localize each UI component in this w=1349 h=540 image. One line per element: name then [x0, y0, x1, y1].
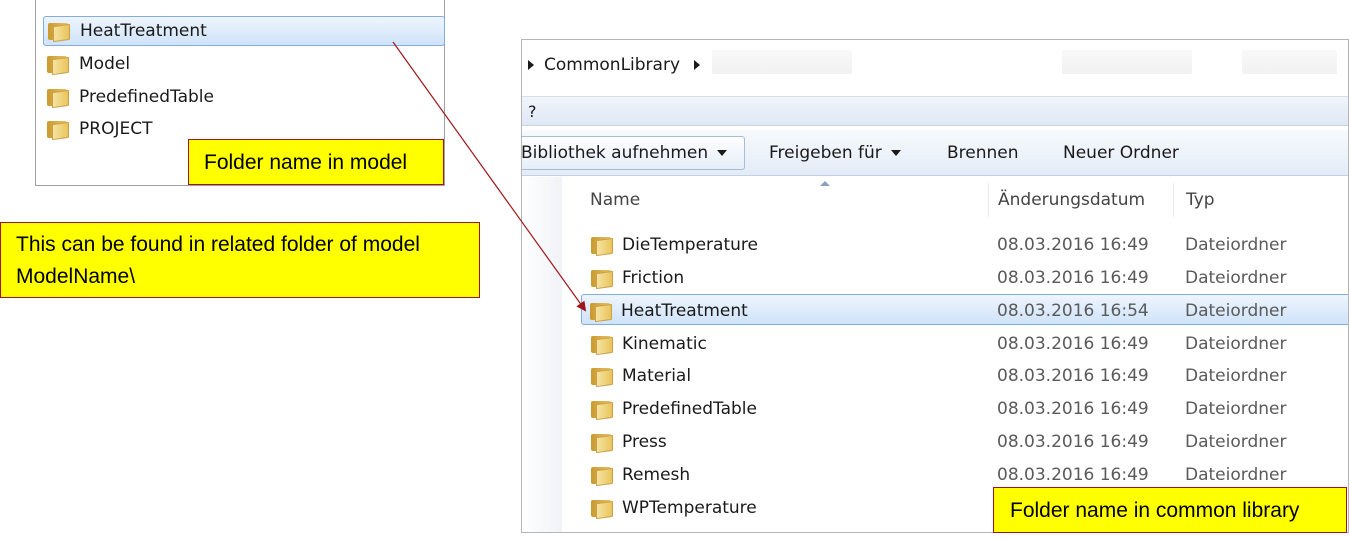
folder-icon [47, 54, 69, 76]
chevron-down-icon [717, 150, 728, 156]
folder-icon [590, 301, 612, 322]
column-header-date-label: Änderungsdatum [998, 190, 1146, 210]
file-type: Dateiordner [1185, 333, 1287, 354]
file-type: Dateiordner [1185, 398, 1287, 419]
model-tree-item-model[interactable]: Model [43, 49, 445, 79]
folder-icon [591, 432, 613, 453]
burn-button[interactable]: Brennen [947, 136, 1019, 170]
background-ghost [1062, 50, 1192, 74]
file-row[interactable]: PredefinedTable 08.03.2016 16:49 Dateior… [583, 393, 1348, 424]
folder-icon [591, 366, 613, 387]
folder-icon [591, 334, 613, 355]
column-header-row: Name Änderungsdatum Typ [563, 177, 1348, 223]
callout-folder-name-in-model: Folder name in model [188, 139, 444, 185]
file-date: 08.03.2016 16:49 [997, 431, 1149, 452]
explorer-window: CommonLibrary ? Bibliothek aufnehmen Fre… [521, 39, 1349, 533]
callout-text-line2: ModelName\ [16, 265, 136, 288]
folder-icon [591, 399, 613, 420]
file-date: 08.03.2016 16:49 [997, 464, 1149, 485]
column-divider[interactable] [1173, 183, 1174, 217]
folder-icon [47, 87, 69, 109]
new-folder-button[interactable]: Neuer Ordner [1063, 136, 1179, 170]
file-row-selected[interactable]: HeatTreatment 08.03.2016 16:54 Dateiordn… [581, 294, 1348, 325]
callout-text: Folder name in common library [1010, 499, 1300, 522]
menu-bar: ? [522, 96, 1348, 126]
new-folder-label: Neuer Ordner [1063, 143, 1179, 163]
file-date: 08.03.2016 16:54 [997, 300, 1149, 321]
background-ghost [712, 50, 852, 74]
model-tree-item-label: Model [79, 54, 131, 74]
file-type: Dateiordner [1185, 234, 1287, 255]
folder-icon [591, 498, 613, 519]
file-type: Dateiordner [1185, 300, 1287, 321]
include-in-library-button[interactable]: Bibliothek aufnehmen [521, 136, 745, 170]
model-tree-item-label: PROJECT [79, 119, 153, 139]
folder-icon [47, 119, 69, 141]
file-name: WPTemperature [622, 497, 757, 518]
callout-text-line1: This can be found in related folder of m… [16, 233, 420, 256]
file-name: Press [622, 431, 667, 452]
breadcrumb-arrow-icon[interactable] [694, 60, 701, 70]
chevron-down-icon [890, 150, 901, 156]
folder-icon [591, 268, 613, 289]
file-row[interactable]: Press 08.03.2016 16:49 Dateiordner [583, 426, 1348, 457]
file-name: Material [622, 365, 692, 386]
model-tree-item-label: HeatTreatment [80, 21, 207, 41]
model-tree-item-predefinedtable[interactable]: PredefinedTable [43, 82, 445, 112]
breadcrumb-arrow-icon[interactable] [528, 60, 534, 70]
file-name: Remesh [622, 464, 691, 485]
file-row[interactable]: Kinematic 08.03.2016 16:49 Dateiordner [583, 328, 1348, 359]
file-name: DieTemperature [622, 234, 758, 255]
callout-related-folder: This can be found in related folder of m… [0, 222, 480, 298]
folder-icon [48, 21, 70, 43]
address-bar[interactable]: CommonLibrary [522, 40, 1348, 90]
column-header-type[interactable]: Typ [1178, 177, 1215, 223]
share-with-button[interactable]: Freigeben für [769, 136, 901, 170]
file-type: Dateiordner [1185, 464, 1287, 485]
file-name: Kinematic [622, 333, 707, 354]
file-row[interactable]: Remesh 08.03.2016 16:49 Dateiordner [583, 459, 1348, 490]
file-date: 08.03.2016 16:49 [997, 398, 1149, 419]
folder-icon [591, 465, 613, 486]
model-tree-item-heattreatment[interactable]: HeatTreatment [43, 16, 445, 46]
file-type: Dateiordner [1185, 431, 1287, 452]
include-in-library-label: Bibliothek aufnehmen [521, 143, 709, 163]
file-type: Dateiordner [1185, 267, 1287, 288]
background-ghost [1242, 50, 1337, 74]
file-date: 08.03.2016 16:49 [997, 267, 1149, 288]
model-tree-item-label: PredefinedTable [79, 87, 214, 107]
navigation-pane[interactable] [522, 177, 562, 532]
command-toolbar: Bibliothek aufnehmen Freigeben für Brenn… [521, 130, 1348, 176]
menu-help[interactable]: ? [528, 102, 537, 121]
column-header-name-label: Name [590, 190, 641, 210]
file-name: Friction [622, 267, 685, 288]
file-row[interactable]: DieTemperature 08.03.2016 16:49 Dateiord… [583, 229, 1348, 260]
file-type: Dateiordner [1185, 365, 1287, 386]
sort-ascending-icon [820, 181, 830, 186]
file-row[interactable]: Material 08.03.2016 16:49 Dateiordner [583, 360, 1348, 391]
callout-text: Folder name in model [204, 151, 408, 174]
column-header-name[interactable]: Name [582, 177, 640, 223]
file-date: 08.03.2016 16:49 [997, 333, 1149, 354]
file-row[interactable]: Friction 08.03.2016 16:49 Dateiordner [583, 262, 1348, 293]
column-header-type-label: Typ [1186, 190, 1215, 210]
folder-icon [591, 235, 613, 256]
burn-label: Brennen [947, 143, 1019, 163]
column-header-date[interactable]: Änderungsdatum [990, 177, 1145, 223]
file-date: 08.03.2016 16:49 [997, 365, 1149, 386]
share-with-label: Freigeben für [769, 143, 882, 163]
file-name: PredefinedTable [622, 398, 757, 419]
file-name: HeatTreatment [621, 300, 748, 321]
column-divider[interactable] [988, 183, 989, 217]
breadcrumb-commonlibrary[interactable]: CommonLibrary [544, 55, 680, 75]
file-date: 08.03.2016 16:49 [997, 234, 1149, 255]
callout-folder-name-in-common-library: Folder name in common library [993, 487, 1347, 533]
